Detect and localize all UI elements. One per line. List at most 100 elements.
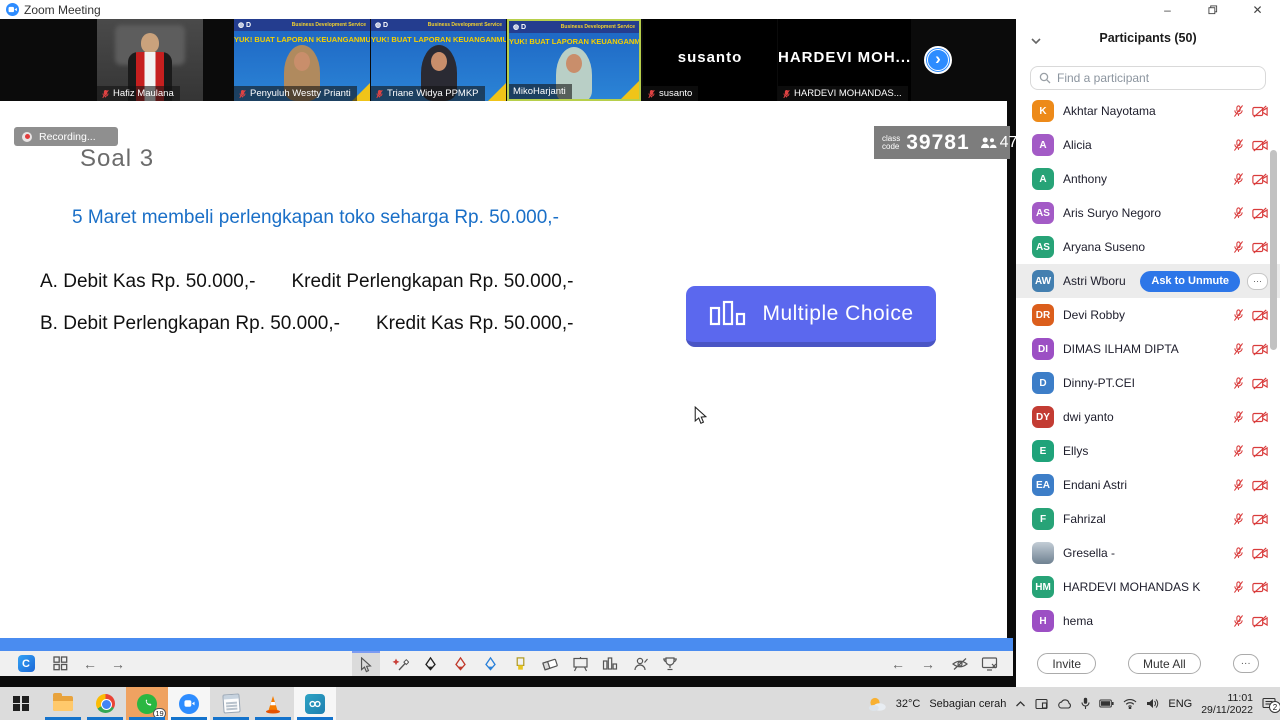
participant-row[interactable]: K Akhtar Nayotama: [1016, 94, 1280, 128]
vlc-taskbar-icon[interactable]: [252, 687, 294, 720]
person-face: [141, 33, 159, 53]
minimize-button[interactable]: –: [1145, 0, 1190, 19]
laser-pointer-tool[interactable]: [386, 651, 414, 676]
battery-icon[interactable]: [1099, 699, 1114, 708]
participant-row[interactable]: A Alicia: [1016, 128, 1280, 162]
video-tile[interactable]: ◍ DBusiness Development ServiceYUK! BUAT…: [371, 19, 506, 101]
undo-icon[interactable]: ←: [884, 651, 912, 676]
multiple-choice-button[interactable]: Multiple Choice: [686, 286, 936, 347]
video-tile[interactable]: ◍ DBusiness Development ServiceYUK! BUAT…: [234, 19, 370, 101]
participant-row[interactable]: A Anthony: [1016, 162, 1280, 196]
person-face: [431, 52, 447, 71]
action-center-icon[interactable]: 2: [1262, 697, 1276, 710]
option-a: A. Debit Kas Rp. 50.000,-Kredit Perlengk…: [40, 271, 573, 293]
grid-view-icon[interactable]: [46, 651, 74, 676]
hide-annotations-icon[interactable]: [946, 651, 974, 676]
window-titlebar: Zoom Meeting – ✕: [0, 0, 1280, 19]
redo-icon[interactable]: →: [914, 651, 942, 676]
windows-logo-icon: [13, 696, 29, 712]
next-slide-icon[interactable]: →: [104, 651, 132, 676]
zoom-taskbar-icon[interactable]: [168, 687, 210, 720]
avatar: AS: [1032, 236, 1054, 258]
search-input[interactable]: [1057, 71, 1257, 85]
zoom-icon: [179, 694, 199, 714]
participant-name: dwi yanto: [1063, 410, 1223, 424]
ask-to-unmute-button[interactable]: Ask to Unmute: [1140, 271, 1240, 292]
notepad-taskbar-icon[interactable]: [210, 687, 252, 720]
mic-off-icon: [1232, 308, 1245, 322]
participant-row[interactable]: D Dinny-PT.CEI: [1016, 366, 1280, 400]
invite-button[interactable]: Invite: [1037, 653, 1096, 674]
weather-icon[interactable]: [867, 696, 887, 712]
more-options-button[interactable]: ···: [1233, 654, 1259, 673]
banner-title: YUK! BUAT LAPORAN KEUANGANMU: [371, 35, 506, 44]
tray-chevron-up-icon[interactable]: [1015, 700, 1026, 708]
participant-row[interactable]: DI DIMAS ILHAM DIPTA: [1016, 332, 1280, 366]
participant-status: [1232, 512, 1268, 526]
search-icon: [1039, 72, 1051, 84]
file-explorer-taskbar-icon[interactable]: [42, 687, 84, 720]
speaker-icon[interactable]: [1146, 698, 1159, 709]
pen-red-tool[interactable]: [446, 651, 474, 676]
wifi-icon[interactable]: [1123, 698, 1137, 709]
language-indicator[interactable]: ENG: [1168, 698, 1192, 710]
weather-desc[interactable]: Sebagian cerah: [929, 698, 1006, 710]
participant-row[interactable]: H hema: [1016, 604, 1280, 638]
participant-row[interactable]: HM HARDEVI MOHANDAS K: [1016, 570, 1280, 604]
participant-name: hema: [1063, 614, 1223, 628]
video-tile[interactable]: HARDEVI MOH... HARDEVI MOHANDAS...: [778, 19, 911, 101]
pen-blue-tool[interactable]: [476, 651, 504, 676]
close-annotation-icon[interactable]: [976, 651, 1004, 676]
tablet-mode-icon[interactable]: [1035, 698, 1048, 710]
prev-slide-icon[interactable]: ←: [76, 651, 104, 676]
video-tile[interactable]: susanto susanto: [643, 19, 777, 101]
chrome-taskbar-icon[interactable]: [84, 687, 126, 720]
participant-status: [1232, 444, 1268, 458]
video-off-icon: [1252, 377, 1268, 390]
banner-top-strip: ◍ DBusiness Development Service: [234, 19, 370, 31]
whatsapp-taskbar-icon[interactable]: 19: [126, 687, 168, 720]
participant-more-button[interactable]: ···: [1247, 273, 1268, 290]
banner-corner-decoration: [621, 81, 639, 99]
classpoint-icon[interactable]: C: [12, 651, 40, 676]
weather-temp[interactable]: 32°C: [896, 698, 921, 710]
video-tile[interactable]: ◍ DBusiness Development ServiceYUK! BUAT…: [507, 19, 641, 101]
mute-all-button[interactable]: Mute All: [1128, 653, 1201, 674]
participant-row[interactable]: AS Aris Suryo Negoro: [1016, 196, 1280, 230]
participant-row[interactable]: DY dwi yanto: [1016, 400, 1280, 434]
pick-name-tool[interactable]: [626, 651, 654, 676]
highlighter-tool[interactable]: [506, 651, 534, 676]
onedrive-cloud-icon[interactable]: [1057, 699, 1072, 709]
video-off-icon: [1252, 513, 1268, 526]
participant-row[interactable]: F Fahrizal: [1016, 502, 1280, 536]
teal-app-taskbar-icon[interactable]: [294, 687, 336, 720]
participant-row[interactable]: AW Astri Wboru Ask to Unmute···: [1016, 264, 1280, 298]
recording-indicator[interactable]: Recording...: [14, 127, 118, 146]
participant-row[interactable]: E Ellys: [1016, 434, 1280, 468]
annotation-toolbar: C ← →: [0, 651, 1013, 676]
poll-tool[interactable]: [596, 651, 624, 676]
clock[interactable]: 11:01 29/11/2022: [1201, 692, 1253, 716]
participant-search[interactable]: [1030, 66, 1266, 90]
close-button[interactable]: ✕: [1235, 0, 1280, 19]
scrollbar-thumb[interactable]: [1270, 150, 1277, 350]
start-button[interactable]: [0, 687, 42, 720]
mic-off-icon: [1232, 376, 1245, 390]
award-star-tool[interactable]: [656, 651, 684, 676]
participant-row[interactable]: Gresella -: [1016, 536, 1280, 570]
participant-row[interactable]: AS Aryana Suseno: [1016, 230, 1280, 264]
banner-corner-decoration: [488, 83, 506, 101]
next-videos-button[interactable]: ›: [924, 46, 952, 74]
restore-button[interactable]: [1190, 0, 1235, 19]
notepad-icon: [222, 693, 240, 713]
whiteboard-tool[interactable]: [566, 651, 594, 676]
mouse-cursor-icon: [694, 406, 707, 430]
participant-row[interactable]: DR Devi Robby: [1016, 298, 1280, 332]
video-tile[interactable]: Hafiz Maulana: [97, 19, 203, 101]
microphone-icon[interactable]: [1081, 697, 1090, 710]
select-cursor-tool[interactable]: [352, 651, 380, 676]
pen-black-tool[interactable]: [416, 651, 444, 676]
class-code-label: classcode: [882, 135, 900, 151]
participant-row[interactable]: EA Endani Astri: [1016, 468, 1280, 502]
eraser-tool[interactable]: [536, 651, 564, 676]
